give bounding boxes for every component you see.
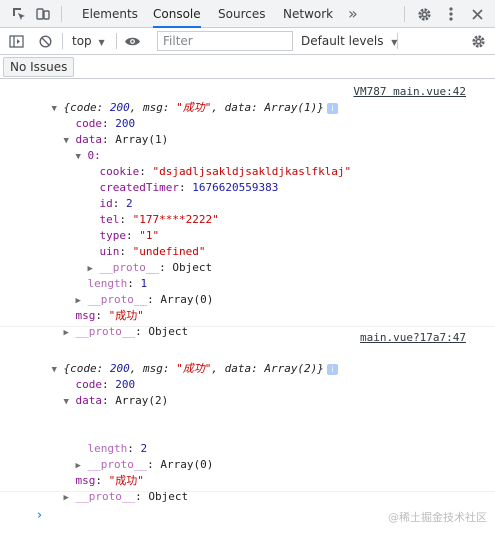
property-row: msg: "成功" <box>75 309 144 322</box>
chevron-down-icon: ▼ <box>98 38 105 47</box>
property-row[interactable]: ▼ data: Array(2) <box>37 377 169 407</box>
console-prompt[interactable]: › <box>9 492 44 523</box>
property-row: length: 1 <box>87 277 148 290</box>
property-value: 1676620559383 <box>192 181 279 194</box>
watermark: @稀土掘金技术社区 <box>388 511 487 524</box>
token: "成功" <box>176 101 212 114</box>
property-value: Array(0) <box>160 293 214 306</box>
log-levels-label: Default levels <box>301 34 384 48</box>
clear-console-icon[interactable] <box>34 30 56 52</box>
console-output: ▼ {code: 200, msg: "成功", data: Array(1)} i… <box>0 80 495 541</box>
property-row: uin: "undefined" <box>99 245 206 258</box>
issues-button[interactable]: No Issues <box>3 57 75 77</box>
context-selector[interactable]: top ▼ <box>72 28 105 54</box>
toolbar-divider <box>62 33 63 49</box>
devtools-tabbar: Elements Console Sources Network » <box>0 0 495 28</box>
array-item-row[interactable]: ▼ 0: <box>49 132 101 162</box>
proto-row[interactable]: ▶ __proto__: Object <box>61 244 213 274</box>
property-row: id: 2 <box>99 197 133 210</box>
issues-bar <box>0 55 495 79</box>
tab-elements[interactable]: Elements <box>82 0 138 28</box>
property-row: tel: "177****2222" <box>99 213 219 226</box>
tab-console[interactable]: Console <box>153 0 201 28</box>
source-link[interactable]: main.vue?17a7:47 <box>360 330 466 346</box>
tab-network[interactable]: Network <box>283 0 333 28</box>
toolbar-divider <box>116 33 117 49</box>
more-tabs-button[interactable]: » <box>348 0 358 28</box>
tab-sources[interactable]: Sources <box>218 0 265 28</box>
token: , msg: <box>129 362 177 375</box>
property-value: Array(1) <box>115 133 169 146</box>
property-row: code: 200 <box>75 378 136 391</box>
token: , msg: <box>129 101 177 114</box>
property-value: Object <box>172 261 213 274</box>
chevron-down-icon: ▼ <box>391 38 398 47</box>
property-row: length: 2 <box>87 442 148 455</box>
source-link[interactable]: VM787 main.vue:42 <box>353 84 466 100</box>
prompt-chevron-icon: › <box>35 508 44 523</box>
settings-gear-icon[interactable] <box>413 3 435 25</box>
property-row: createdTimer: 1676620559383 <box>99 181 279 194</box>
console-settings-gear-icon[interactable] <box>467 30 489 52</box>
token: , data: Array(2)} <box>211 362 324 375</box>
device-toolbar-icon[interactable] <box>32 3 54 25</box>
kebab-menu-icon[interactable] <box>440 3 462 25</box>
eye-icon[interactable] <box>121 30 143 52</box>
filter-input[interactable]: Filter <box>157 31 293 51</box>
property-row[interactable]: ▼ data: Array(1) <box>37 116 169 146</box>
proto-row[interactable]: ▶ __proto__: Array(0) <box>49 276 214 306</box>
array-item-row[interactable]: ▶1: {id: 2, type: "1", tel: "177****2222… <box>49 409 479 425</box>
token: , data: Array(1)} <box>211 101 324 114</box>
property-row: type: "1" <box>99 229 160 242</box>
info-icon: i <box>326 363 338 375</box>
message-divider <box>0 326 495 327</box>
expand-arrow-right-icon[interactable]: ▶ <box>64 325 76 341</box>
inspect-element-icon[interactable] <box>8 3 30 25</box>
array-item-row[interactable]: ▶0: {id: 1, type: "1", tel: "177****1111… <box>49 393 479 409</box>
property-row: code: 200 <box>75 117 136 130</box>
property-row: msg: "成功" <box>75 474 144 487</box>
proto-row[interactable]: ▶ __proto__: Array(0) <box>49 441 214 471</box>
proto-row[interactable]: ▶ __proto__: Object <box>37 308 189 338</box>
proto-row[interactable]: ▶ __proto__: Object <box>37 473 189 503</box>
message-divider <box>0 491 495 492</box>
info-icon: i <box>326 102 338 114</box>
toolbar-divider <box>61 6 62 22</box>
sidebar-toggle-icon[interactable] <box>5 30 27 52</box>
property-row: cookie: "dsjadljsakldjsakldjkaslfklaj" <box>99 165 352 178</box>
expand-arrow-right-icon[interactable]: ▶ <box>64 490 76 506</box>
log-levels-dropdown[interactable]: Default levels ▼ <box>301 28 397 54</box>
toolbar-divider <box>404 6 405 22</box>
property-value: Array(0) <box>160 458 214 471</box>
log-summary-row[interactable]: ▼ {code: 200, msg: "成功", data: Array(1)} i <box>25 84 338 114</box>
context-label: top <box>72 34 92 48</box>
token: "成功" <box>176 362 212 375</box>
log-summary-row[interactable]: ▼ {code: 200, msg: "成功", data: Array(2)} i <box>25 345 338 375</box>
close-icon[interactable] <box>466 3 488 25</box>
